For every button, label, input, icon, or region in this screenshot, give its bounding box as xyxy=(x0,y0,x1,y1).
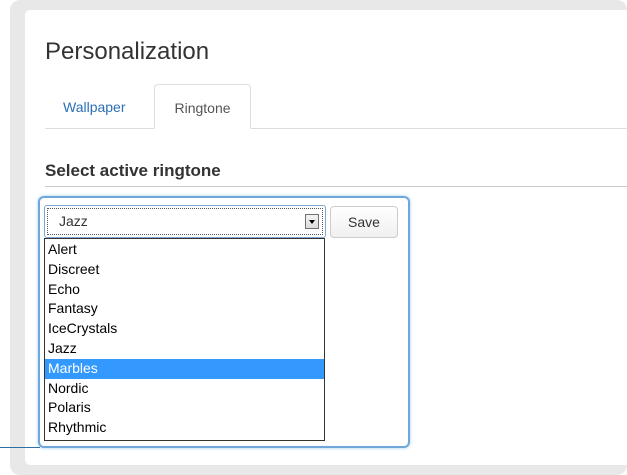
dropdown-option[interactable]: Discreet xyxy=(45,260,324,280)
select-focus-outline xyxy=(47,208,323,235)
save-button[interactable]: Save xyxy=(330,206,398,238)
ringtone-dropdown-list: Alert Discreet Echo Fantasy IceCrystals … xyxy=(44,238,325,441)
tab-ringtone[interactable]: Ringtone xyxy=(154,84,251,129)
dropdown-option[interactable]: Polaris xyxy=(45,398,324,418)
section-divider xyxy=(45,186,627,187)
dropdown-option[interactable]: Nordic xyxy=(45,379,324,399)
tab-bar: Wallpaper Ringtone xyxy=(45,84,627,129)
section-heading: Select active ringtone xyxy=(45,161,221,180)
tab-wallpaper[interactable]: Wallpaper xyxy=(45,84,154,128)
ringtone-select[interactable]: Jazz xyxy=(44,205,326,238)
dropdown-option[interactable]: Jazz xyxy=(45,339,324,359)
page-title: Personalization xyxy=(45,38,210,65)
dropdown-option[interactable]: Echo xyxy=(45,280,324,300)
annotation-leader-line xyxy=(0,447,40,448)
dropdown-option[interactable]: IceCrystals xyxy=(45,319,324,339)
select-current-value: Jazz xyxy=(59,213,88,229)
chevron-down-icon[interactable] xyxy=(305,214,319,229)
dropdown-option[interactable]: Rhythmic xyxy=(45,418,324,438)
dropdown-option[interactable]: Alert xyxy=(45,240,324,260)
dropdown-option-highlighted[interactable]: Marbles xyxy=(45,358,324,379)
dropdown-option[interactable]: Fantasy xyxy=(45,299,324,319)
